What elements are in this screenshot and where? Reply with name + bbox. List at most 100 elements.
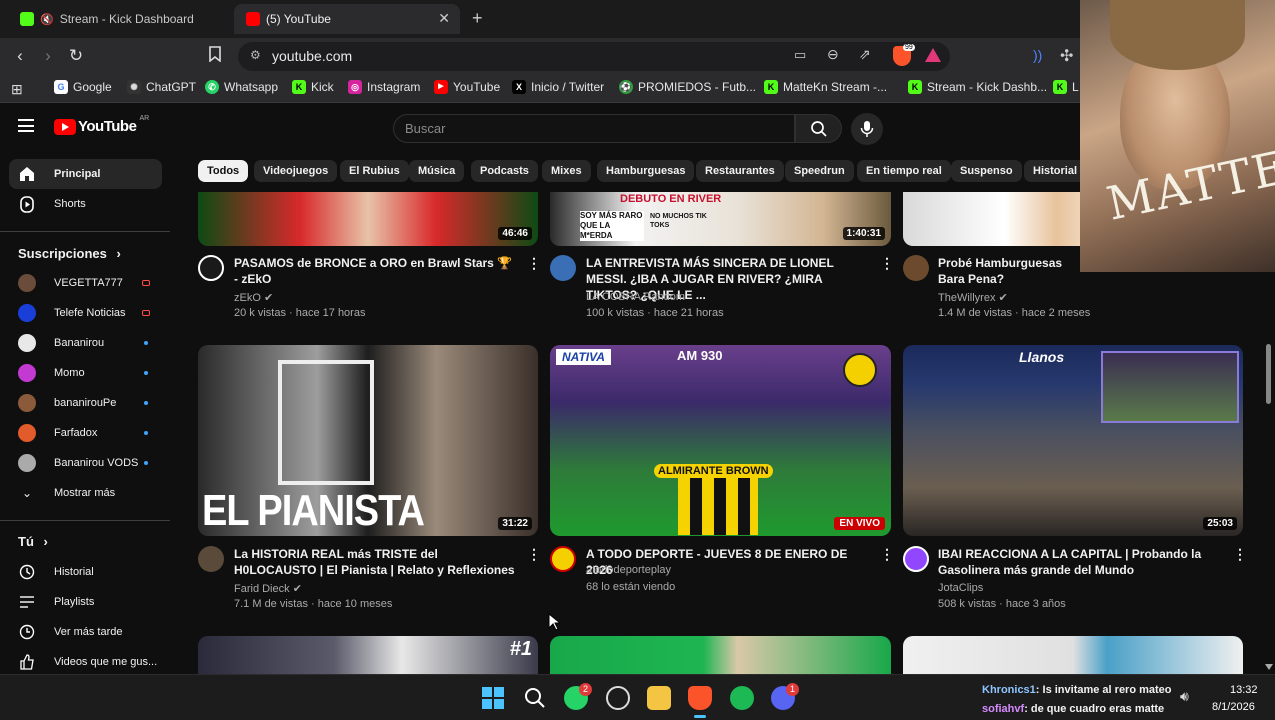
video-thumbnail[interactable] <box>903 636 1243 674</box>
spotify-icon[interactable] <box>730 686 754 710</box>
browser-app-icon[interactable] <box>606 686 630 710</box>
file-explorer-icon[interactable] <box>647 686 671 710</box>
chip-en-tiempo-real[interactable]: En tiempo real <box>857 160 951 182</box>
site-info-icon[interactable]: ⚙ <box>250 48 261 62</box>
scroll-down-arrow[interactable] <box>1265 664 1273 670</box>
clock-date[interactable]: 8/1/2026 <box>1212 701 1255 713</box>
chip-el-rubius[interactable]: El Rubius <box>340 160 409 182</box>
sidebar-item-watch-later[interactable]: Ver más tarde <box>9 617 162 647</box>
more-options-icon[interactable]: ⋮ <box>1233 546 1247 563</box>
sidebar-sub-momo[interactable]: Momo <box>9 358 162 388</box>
brave-browser-icon[interactable] <box>688 686 712 710</box>
mute-icon[interactable]: 🔇 <box>40 13 54 26</box>
video-thumbnail[interactable] <box>550 636 891 674</box>
video-thumbnail[interactable]: Llanos 25:03 <box>903 345 1243 536</box>
bookmark-kick-more[interactable]: KL <box>1053 80 1079 94</box>
chip-hamburguesas[interactable]: Hamburguesas <box>597 160 695 182</box>
clock-time[interactable]: 13:32 <box>1230 684 1258 696</box>
chip-speedrun[interactable]: Speedrun <box>785 160 854 182</box>
menu-icon[interactable] <box>18 119 34 132</box>
search-icon[interactable] <box>523 686 547 710</box>
video-title[interactable]: IBAI REACCIONA A LA CAPITAL | Probando l… <box>938 546 1228 578</box>
video-thumbnail[interactable]: 46:46 <box>198 192 538 246</box>
channel-name[interactable]: JotaClips <box>938 582 983 594</box>
sidebar-sub-bananirou[interactable]: Bananirou <box>9 328 162 358</box>
bookmark-icon[interactable] <box>205 46 225 66</box>
chip-historial[interactable]: Historial <box>1024 160 1087 182</box>
you-header[interactable]: Tú › <box>18 534 48 549</box>
forward-button[interactable]: › <box>38 46 58 66</box>
chip-musica[interactable]: Música <box>409 160 465 182</box>
channel-avatar[interactable] <box>198 255 224 281</box>
leo-ai-icon[interactable]: )) <box>1033 47 1042 63</box>
more-options-icon[interactable]: ⋮ <box>527 546 541 563</box>
channel-avatar[interactable] <box>550 546 576 572</box>
channel-avatar[interactable] <box>550 255 576 281</box>
video-thumbnail[interactable]: SOY MÁS RARO QUE LA M*ERDA NO MUCHOS TIK… <box>550 192 891 246</box>
bookmark-google[interactable]: G Google <box>54 80 112 94</box>
bookmark-promiedos[interactable]: ⚽ PROMIEDOS - Futb... <box>619 80 756 94</box>
sidebar-item-historial[interactable]: Historial <box>9 557 162 587</box>
video-thumbnail[interactable]: NATIVA AM 930 ALMIRANTE BROWN EN VIVO <box>550 345 891 536</box>
channel-name[interactable]: zEkO ✔ <box>234 291 273 304</box>
share-icon[interactable]: ⇗ <box>859 46 871 63</box>
close-tab-icon[interactable]: ✕ <box>438 10 450 27</box>
address-bar[interactable]: ⚙ youtube.com ▭ ⊖ ⇗ <box>238 42 950 71</box>
sidebar-item-liked-videos[interactable]: Videos que me gus... <box>9 647 162 677</box>
chip-videojuegos[interactable]: Videojuegos <box>254 160 338 182</box>
sidebar-item-playlists[interactable]: Playlists <box>9 587 162 617</box>
more-options-icon[interactable]: ⋮ <box>527 255 541 272</box>
sidebar-sub-farfadox[interactable]: Farfadox <box>9 418 162 448</box>
video-title[interactable]: PASAMOS de BRONCE a ORO en Brawl Stars 🏆… <box>234 255 519 287</box>
bookmark-chatgpt[interactable]: ✺ ChatGPT <box>127 80 196 94</box>
sidebar-sub-telefe-noticias[interactable]: Telefe Noticias <box>9 298 162 328</box>
bookmark-twitter[interactable]: X Inicio / Twitter <box>512 80 604 94</box>
channel-avatar[interactable] <box>198 546 224 572</box>
sidebar-sub-bananirou-vods[interactable]: Bananirou VODS <box>9 448 162 478</box>
sidebar-item-shorts[interactable]: Shorts <box>9 189 162 219</box>
subscriptions-header[interactable]: Suscripciones › <box>18 246 121 261</box>
video-thumbnail[interactable]: #1 <box>198 636 538 674</box>
bookmark-kick-dashboard[interactable]: K Stream - Kick Dashb... <box>908 80 1047 94</box>
search-button[interactable] <box>795 114 842 143</box>
bookmark-whatsapp[interactable]: ✆ Whatsapp <box>205 80 278 94</box>
chip-todos[interactable]: Todos <box>198 160 249 182</box>
bookmark-instagram[interactable]: ◎ Instagram <box>348 80 420 94</box>
video-title[interactable]: La HISTORIA REAL más TRISTE del H0LOCAUS… <box>234 546 519 578</box>
channel-name[interactable]: TheWillyrex ✔ <box>938 291 1008 304</box>
new-tab-button[interactable]: + <box>472 8 483 29</box>
more-options-icon[interactable]: ⋮ <box>880 546 894 563</box>
chip-suspenso[interactable]: Suspenso <box>951 160 1022 182</box>
scrollbar-thumb[interactable] <box>1266 344 1271 404</box>
channel-avatar[interactable] <box>903 255 929 281</box>
sidebar-sub-bananiroupe[interactable]: bananirouPe <box>9 388 162 418</box>
channel-name[interactable]: Farid Dieck ✔ <box>234 582 302 595</box>
rewards-icon[interactable] <box>925 48 941 62</box>
channel-avatar[interactable] <box>903 546 929 572</box>
bookmark-kick[interactable]: K Kick <box>292 80 334 94</box>
video-title[interactable]: Probé Hamburguesas Bara Pena? <box>938 255 1078 287</box>
sidebar-item-principal[interactable]: Principal <box>9 159 162 189</box>
channel-name[interactable]: atododeporteplay <box>586 564 671 576</box>
chip-restaurantes[interactable]: Restaurantes <box>696 160 784 182</box>
search-input[interactable]: Buscar <box>393 114 795 143</box>
tab-kick-dashboard[interactable]: 🔇 Stream - Kick Dashboard <box>8 4 230 34</box>
youtube-logo[interactable]: YouTube AR <box>54 115 149 135</box>
volume-icon[interactable]: 🔊︎ <box>1180 688 1189 705</box>
cast-icon[interactable]: ▭ <box>794 47 806 63</box>
tab-youtube[interactable]: (5) YouTube ✕ <box>234 4 460 34</box>
video-thumbnail[interactable]: EL PIANISTA 31:22 <box>198 345 538 536</box>
bookmark-youtube[interactable]: ▶ YouTube <box>434 80 500 94</box>
zoom-icon[interactable]: ⊖ <box>827 46 839 63</box>
reload-button[interactable]: ↻ <box>66 46 86 66</box>
bookmark-matteknstream[interactable]: K MatteKn Stream -... <box>764 80 887 94</box>
more-options-icon[interactable]: ⋮ <box>880 255 894 272</box>
sidebar-sub-vegetta777[interactable]: VEGETTA777 <box>9 268 162 298</box>
chip-mixes[interactable]: Mixes <box>542 160 591 182</box>
channel-name[interactable]: LA COBRA Random <box>586 291 685 303</box>
chip-podcasts[interactable]: Podcasts <box>471 160 538 182</box>
extensions-icon[interactable]: ✣ <box>1060 46 1073 66</box>
voice-search-button[interactable] <box>851 113 883 145</box>
apps-grid-icon[interactable]: ⊞ <box>11 81 23 98</box>
back-button[interactable]: ‹ <box>10 46 30 66</box>
